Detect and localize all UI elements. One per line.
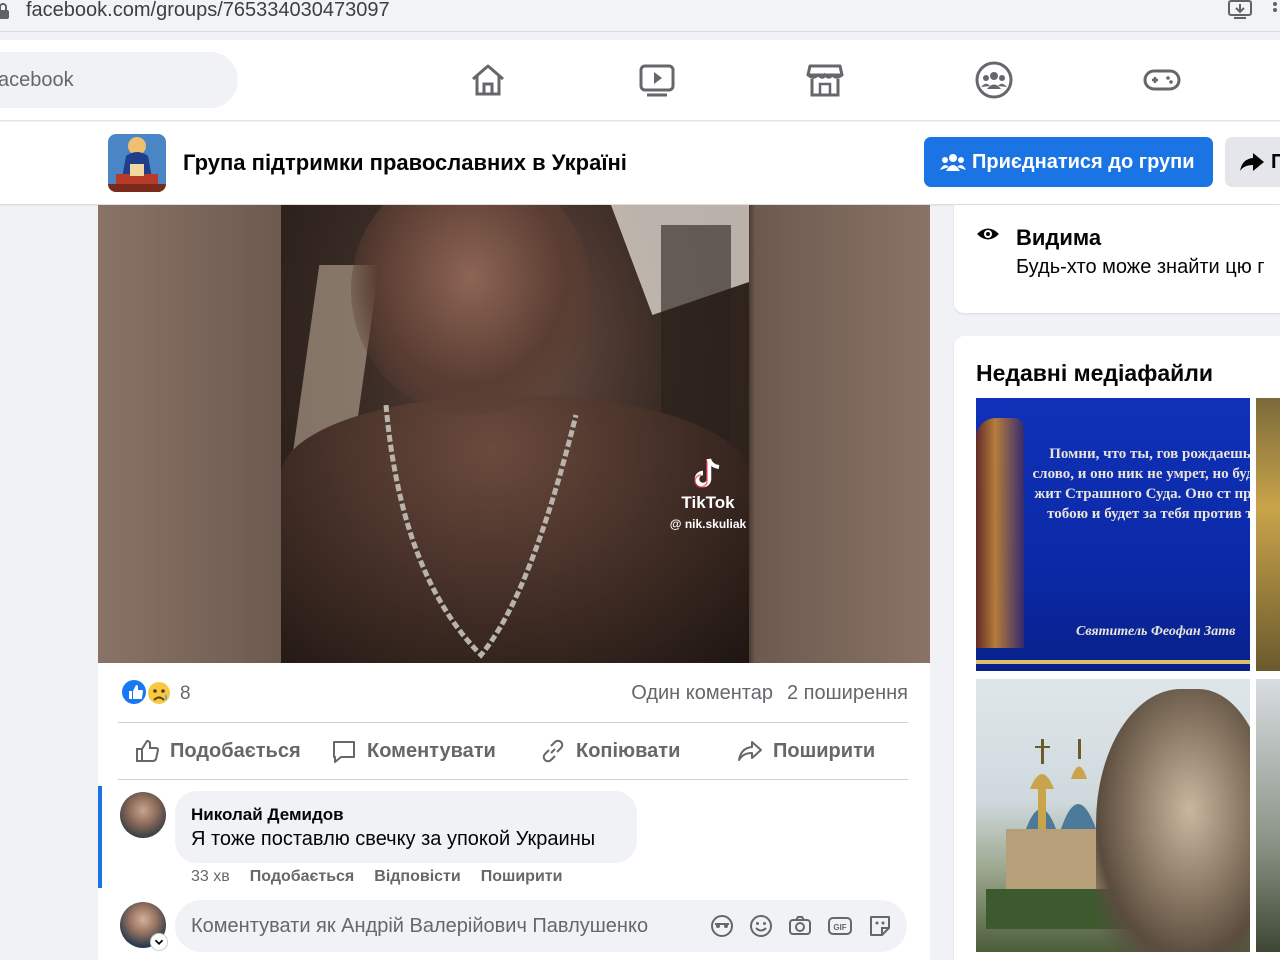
like-label: Подобається (170, 740, 301, 762)
search-box[interactable]: acebook (0, 52, 238, 108)
post-video[interactable]: TikTok @ nik.skuliak (98, 205, 930, 663)
comment-reply-link[interactable]: Відповісти (374, 868, 460, 885)
group-header: Група підтримки православних в Україні П… (0, 122, 1280, 204)
share-group-label: П (1271, 151, 1280, 173)
media-quote-signature: Святитель Феофан Затв (1076, 624, 1236, 639)
group-avatar[interactable] (108, 134, 166, 192)
video-icon[interactable] (637, 60, 677, 100)
group-visibility-card: Видима Будь-хто може знайти цю г (954, 205, 1280, 313)
share-group-button[interactable]: П (1225, 137, 1280, 187)
shares-count[interactable]: 2 поширення (787, 682, 908, 704)
comment-time[interactable]: 33 хв (191, 868, 230, 885)
gif-icon[interactable]: GIF (827, 913, 853, 939)
like-button[interactable]: Подобається (134, 737, 304, 767)
visibility-description: Будь-хто може знайти цю г (1016, 256, 1265, 278)
post-actions: Подобається Коментувати Копіювати Пошири… (118, 723, 908, 779)
gaming-icon[interactable] (1142, 60, 1182, 100)
tiktok-icon (694, 458, 720, 488)
emoji-icon[interactable] (748, 913, 774, 939)
post-stats: Один коментар 2 поширення (631, 682, 908, 705)
chevron-down-icon[interactable] (150, 933, 168, 951)
url-text[interactable]: facebook.com/groups/765334030473097 (26, 0, 390, 20)
necklace-graphic (383, 405, 579, 659)
visibility-title: Видима (1016, 225, 1102, 250)
site-info-icon[interactable] (0, 2, 12, 20)
tiktok-brand: TikTok (681, 493, 735, 512)
share-icon (1240, 153, 1264, 171)
comment-like-link[interactable]: Подобається (250, 868, 355, 885)
share-button[interactable]: Поширити (737, 737, 897, 767)
search-text[interactable]: acebook (0, 69, 74, 92)
marketplace-icon[interactable] (805, 60, 845, 100)
share-icon (738, 741, 762, 761)
avatar[interactable] (120, 792, 166, 838)
sticker-icon[interactable] (867, 913, 893, 939)
comment: Николай Демидов Я тоже поставлю свечку з… (98, 786, 930, 888)
comment-bubble: Николай Демидов Я тоже поставлю свечку з… (175, 791, 637, 863)
tiktok-handle: @ nik.skuliak (669, 517, 747, 531)
eye-icon (977, 228, 999, 240)
link-icon (542, 739, 564, 763)
sad-reaction-icon (146, 680, 172, 706)
home-icon[interactable] (468, 60, 508, 100)
groups-icon[interactable] (974, 60, 1014, 100)
media-quote-text: Помни, что ты, гов рождаешь слово, и оно… (1032, 446, 1250, 522)
comment-label: Коментувати (367, 740, 496, 762)
copy-button[interactable]: Копіювати (540, 737, 700, 767)
video-frame (281, 205, 749, 663)
join-group-button[interactable]: Приєднатися до групи (924, 137, 1213, 187)
comment-icon (333, 741, 355, 763)
media-thumbnail[interactable]: Помни, что ты, гов рождаешь слово, и оно… (976, 398, 1250, 671)
comment-meta: 33 хв Подобається Відповісти Поширити (191, 868, 582, 886)
recent-media-title[interactable]: Недавні медіафайли (976, 360, 1213, 387)
camera-icon[interactable] (787, 913, 813, 939)
join-group-label: Приєднатися до групи (972, 151, 1195, 173)
reaction-count[interactable]: 8 (180, 683, 191, 705)
like-icon (136, 739, 160, 762)
post-card: TikTok @ nik.skuliak 8 Один коментар 2 по… (98, 205, 930, 960)
join-group-icon (940, 154, 966, 171)
reaction-icons[interactable] (122, 679, 182, 707)
recent-media-card: Недавні медіафайли Помни, что ты, гов ро… (954, 336, 1280, 960)
comment-compose[interactable]: GIF (175, 900, 907, 952)
avatar-sticker-icon[interactable] (709, 913, 735, 939)
copy-label: Копіювати (576, 740, 681, 762)
divider (118, 779, 908, 780)
svg-text:GIF: GIF (833, 923, 846, 932)
comment-button[interactable]: Коментувати (331, 737, 501, 767)
comment-share-link[interactable]: Поширити (481, 868, 563, 885)
comment-input[interactable] (191, 912, 691, 940)
group-title[interactable]: Група підтримки православних в Україні (183, 150, 627, 176)
browser-address-bar[interactable]: facebook.com/groups/765334030473097 (0, 0, 1280, 32)
share-label: Поширити (773, 740, 876, 762)
media-thumbnail[interactable] (1256, 679, 1280, 952)
media-thumbnail[interactable] (1256, 398, 1280, 671)
top-navigation: acebook (0, 40, 1280, 121)
browser-menu-icon[interactable] (1268, 0, 1280, 20)
tiktok-watermark: TikTok @ nik.skuliak (658, 457, 758, 547)
install-app-icon[interactable] (1226, 0, 1254, 20)
comment-text: Я тоже поставлю свечку за упокой Украины (191, 828, 596, 850)
media-thumbnail[interactable] (976, 679, 1250, 952)
comments-count[interactable]: Один коментар (631, 682, 773, 704)
comment-author[interactable]: Николай Демидов (191, 805, 344, 825)
